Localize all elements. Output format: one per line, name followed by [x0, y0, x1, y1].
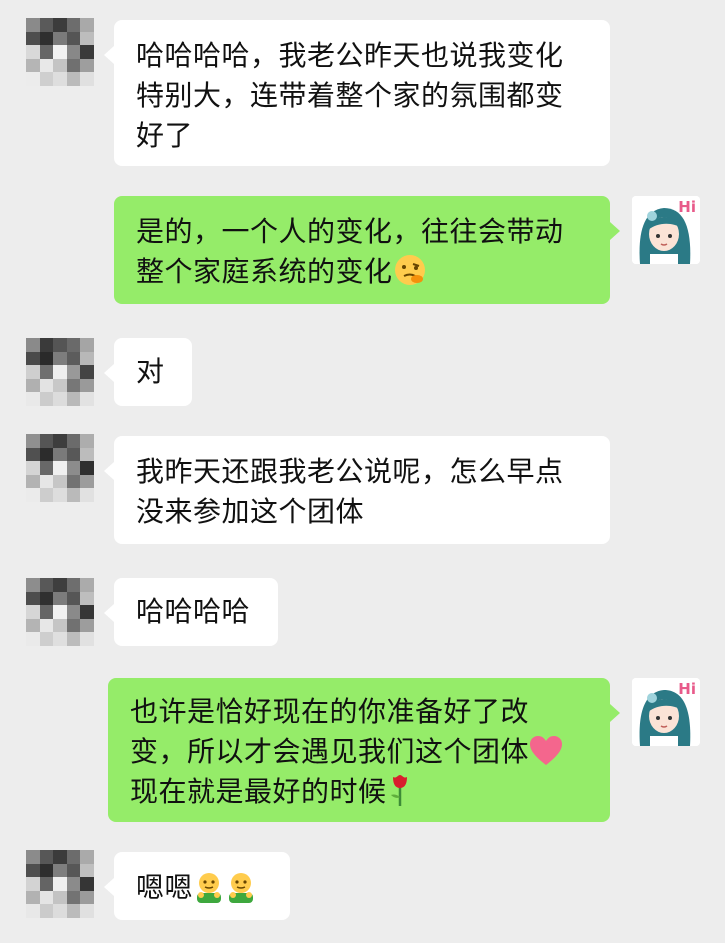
message-text: 是的，一个人的变化，往往会带动 — [136, 215, 564, 248]
message-text: 没来参加这个团体 — [136, 495, 365, 528]
message-text: 现在就是最好的时候 — [130, 775, 387, 808]
message-text: 也许是恰好现在的你准备好了改 — [130, 695, 530, 728]
self-avatar[interactable]: Hi — [632, 196, 700, 264]
rose-emoji-icon — [390, 775, 407, 806]
message-text: 变，所以才会遇见我们这个团体 — [130, 735, 530, 768]
message-text: 好了 — [136, 119, 194, 152]
hi-badge: Hi — [678, 680, 696, 698]
message-bubble[interactable]: 我昨天还跟我老公说呢，怎么早点 没来参加这个团体 — [104, 436, 610, 544]
pixelated-avatar-icon — [26, 850, 94, 918]
message-text: 特别大，连带着整个家的氛围都变 — [136, 79, 564, 112]
message-bubble[interactable]: 也许是恰好现在的你准备好了改 变，所以才会遇见我们这个团体 现在就是最好的时候 — [108, 678, 620, 822]
pixelated-avatar-icon — [26, 338, 94, 406]
pixelated-avatar-icon — [26, 578, 94, 646]
message-text: 我昨天还跟我老公说呢，怎么早点 — [136, 455, 564, 488]
hug-person-emoji-icon — [197, 873, 222, 903]
message-text: 整个家庭系统的变化 — [136, 255, 393, 288]
contact-avatar[interactable] — [26, 338, 94, 406]
message-bubble[interactable]: 对 — [104, 338, 192, 406]
hug-person-emoji-icon — [229, 873, 254, 903]
message-text: 哈哈哈哈 — [136, 595, 251, 628]
contact-avatar[interactable] — [26, 578, 94, 646]
message-text: 哈哈哈哈，我老公昨天也说我变化 — [136, 39, 564, 72]
thinking-face-emoji-icon — [394, 255, 425, 285]
message-text: 对 — [136, 355, 165, 388]
message-bubble[interactable]: 嗯嗯 — [104, 852, 290, 920]
message-bubble[interactable]: 哈哈哈哈 — [104, 578, 278, 646]
message-bubble[interactable]: 哈哈哈哈，我老公昨天也说我变化 特别大，连带着整个家的氛围都变 好了 — [104, 20, 610, 166]
heart-emoji-icon — [530, 736, 563, 765]
pixelated-avatar-icon — [26, 18, 94, 86]
message-text: 嗯嗯 — [136, 871, 194, 904]
message-bubble[interactable]: 是的，一个人的变化，往往会带动 整个家庭系统的变化 — [114, 196, 620, 304]
contact-avatar[interactable] — [26, 434, 94, 502]
contact-avatar[interactable] — [26, 850, 94, 918]
self-avatar[interactable]: Hi — [632, 678, 700, 746]
contact-avatar[interactable] — [26, 18, 94, 86]
hi-badge: Hi — [678, 198, 696, 216]
pixelated-avatar-icon — [26, 434, 94, 502]
